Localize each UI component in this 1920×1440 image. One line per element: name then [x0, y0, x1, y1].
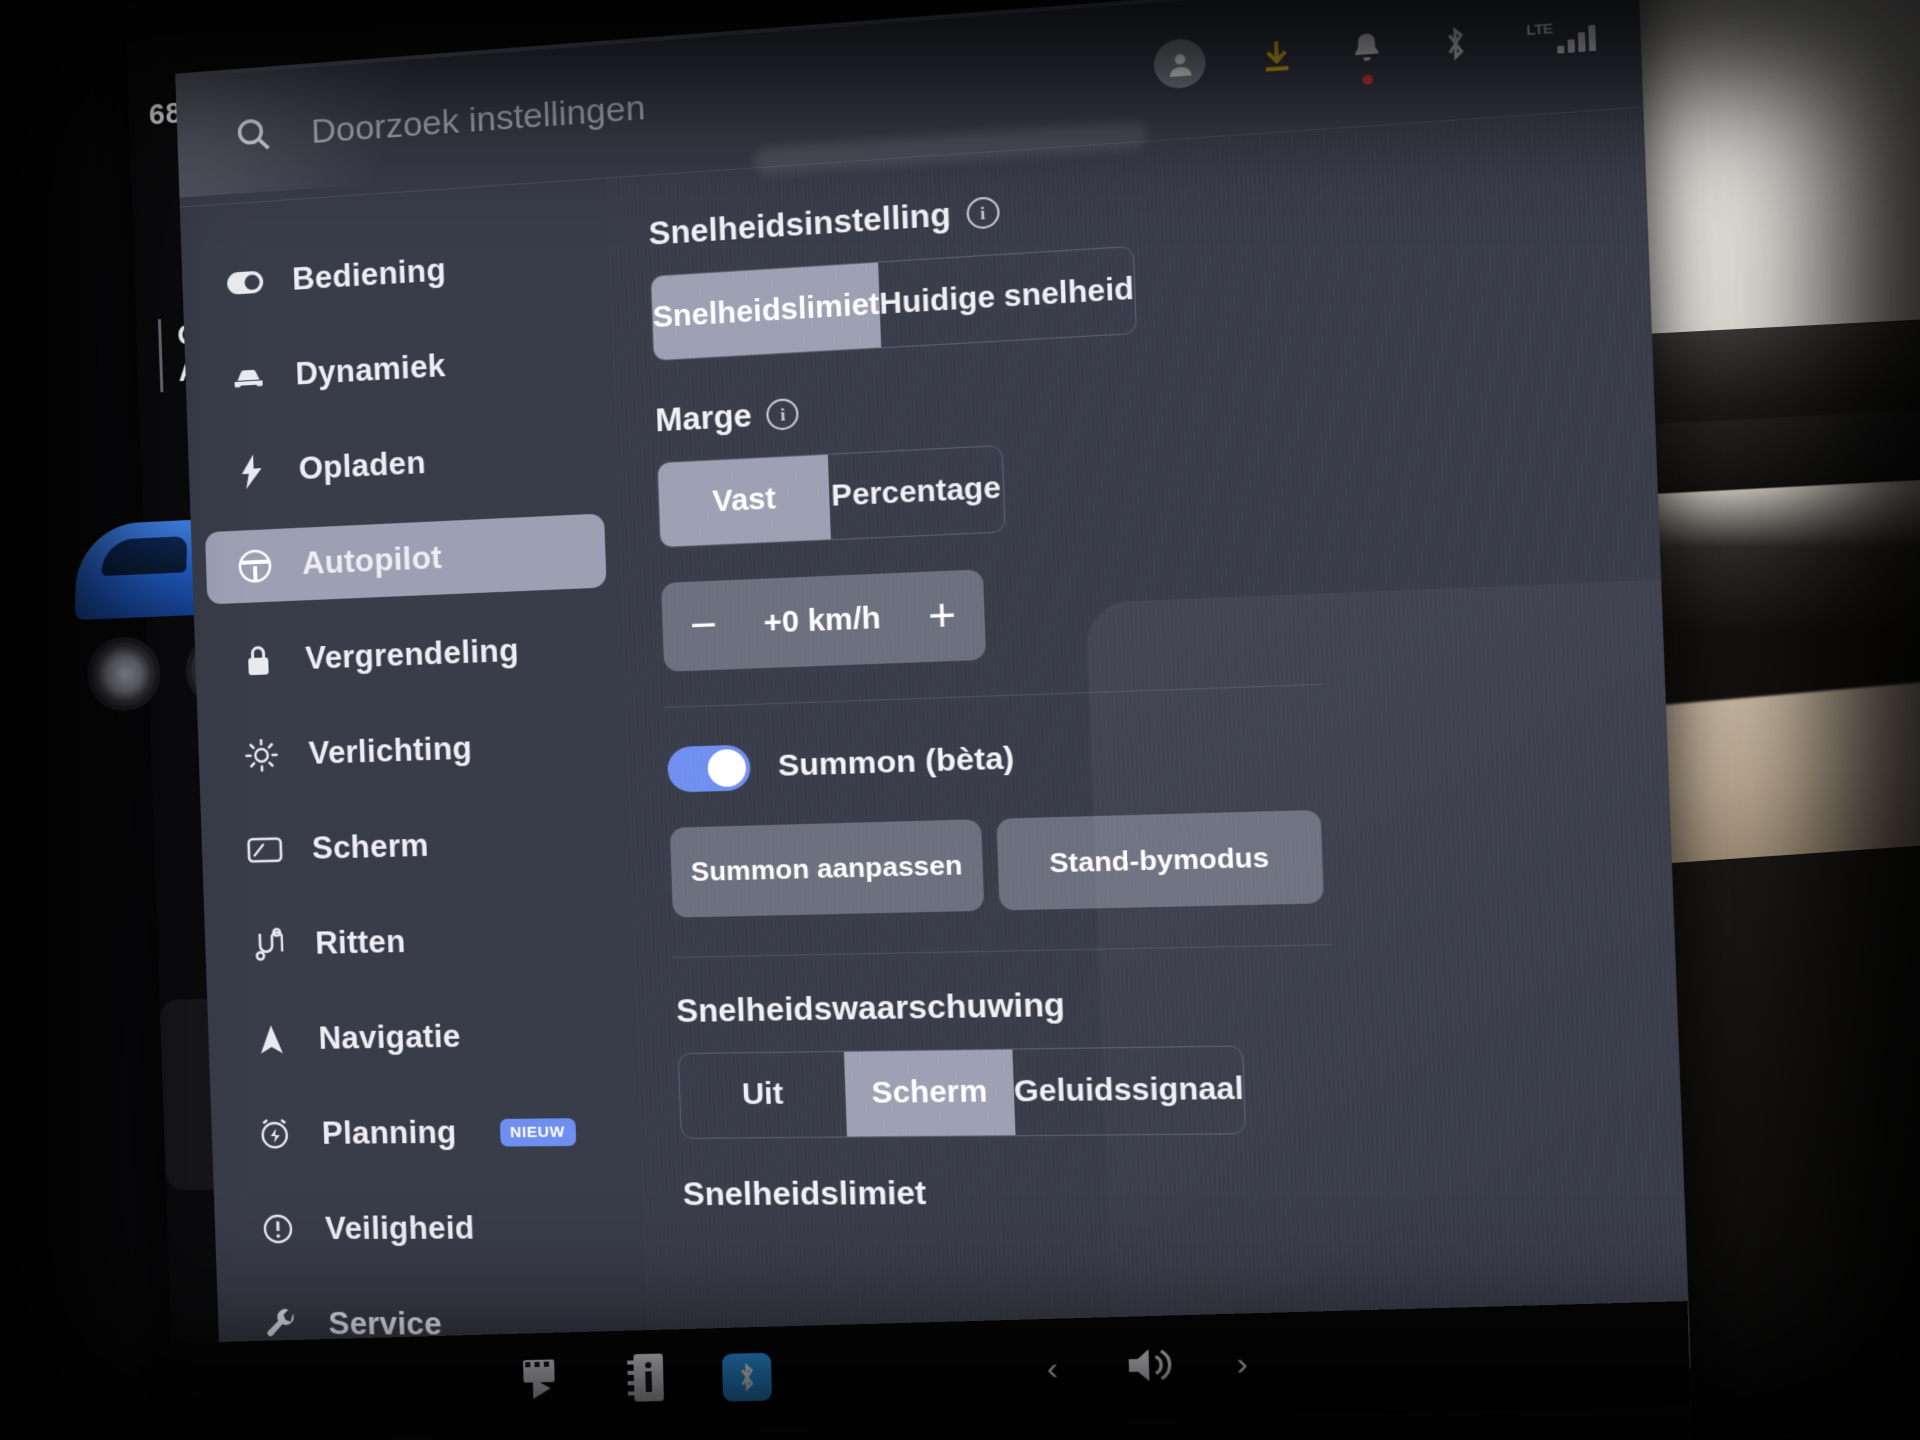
search-input[interactable]: Doorzoek instellingen: [311, 88, 646, 152]
sidebar-item-veiligheid[interactable]: Veiligheid: [228, 1191, 631, 1265]
stepper-increment-button[interactable]: +: [927, 589, 957, 642]
sidebar-item-label: Vergrendeling: [304, 632, 520, 677]
bolt-icon: [232, 454, 271, 490]
sidebar-item-bediening[interactable]: Bediening: [195, 224, 596, 322]
speed-warning-title: Snelheidswaarschuwing: [675, 986, 1066, 1030]
sidebar-item-label: Autopilot: [301, 539, 443, 582]
settings-icon-tray: LTE: [1153, 8, 1597, 90]
autopilot-settings-panel: Snelheidsinstelling i Snelheidslimiet Hu…: [606, 108, 1692, 1370]
sidebar-item-label: Veiligheid: [324, 1210, 476, 1247]
speed-setting-option-limit[interactable]: Snelheidslimiet: [651, 262, 881, 361]
info-icon[interactable]: i: [766, 397, 800, 431]
margin-title-row: Marge i: [655, 349, 1654, 440]
sidebar-item-dynamiek[interactable]: Dynamiek: [198, 320, 599, 416]
speed-warning-option-screen[interactable]: Scherm: [843, 1049, 1016, 1137]
volume-icon[interactable]: [1124, 1342, 1186, 1391]
lte-label: LTE: [1526, 19, 1554, 38]
bluetooth-icon[interactable]: [721, 1352, 773, 1402]
lte-signal-icon: LTE: [1526, 16, 1597, 55]
sidebar-item-navigatie[interactable]: Navigatie: [221, 997, 624, 1076]
alarm-clock-icon: [255, 1117, 294, 1152]
screenshot-scene: 68 % Open Achterbak ⚡: [0, 0, 1920, 1440]
lock-icon: [239, 643, 278, 679]
margin-segmented-control[interactable]: Vast Percentage: [656, 444, 1006, 548]
wrench-icon: [262, 1307, 301, 1341]
notification-dot: [1362, 73, 1374, 85]
sidebar-item-label: Verlichting: [308, 730, 473, 771]
speed-warning-title-row: Snelheidswaarschuwing: [676, 976, 1678, 1030]
search-icon: [232, 113, 274, 161]
summon-standby-button[interactable]: Stand-bymodus: [996, 809, 1324, 911]
profile-icon[interactable]: [1153, 37, 1207, 90]
summon-toggle[interactable]: [666, 744, 752, 793]
summon-customize-button[interactable]: Summon aanpassen: [669, 819, 985, 918]
sidebar-item-label: Ritten: [314, 923, 407, 961]
touchscreen-bezel: 68 % Open Achterbak ⚡: [74, 0, 1696, 1440]
speed-setting-title-row: Snelheidsinstelling i: [648, 150, 1646, 253]
media-icon[interactable]: [523, 1356, 572, 1407]
sidebar-item-label: Navigatie: [317, 1018, 462, 1056]
sidebar-item-planning[interactable]: Planning NIEUW: [225, 1094, 628, 1171]
car-front-icon: [229, 363, 268, 391]
screen-glare: [1085, 567, 1692, 1350]
download-arrow-icon[interactable]: [1257, 35, 1297, 78]
divider: [665, 683, 1323, 708]
display-icon: [245, 835, 284, 864]
navigation-arrow-icon: [252, 1023, 291, 1056]
exclamation-circle-icon: [258, 1212, 297, 1246]
sidebar-badge-new: NIEUW: [499, 1117, 576, 1147]
sidebar-item-verlichting[interactable]: Verlichting: [211, 707, 613, 793]
sidebar-item-ritten[interactable]: Ritten: [218, 900, 620, 982]
speed-limit-title: Snelheidslimiet: [682, 1174, 927, 1213]
toggle-switch-icon: [226, 270, 265, 295]
steering-wheel-icon: [235, 547, 274, 585]
settings-sidebar: Bediening Dynamiek Opladen Autopilot Ver…: [180, 180, 649, 1364]
margin-stepper[interactable]: − +0 km/h +: [661, 569, 987, 672]
sidebar-item-opladen[interactable]: Opladen: [202, 417, 604, 510]
speed-setting-title: Snelheidsinstelling: [648, 196, 952, 253]
summon-label: Summon (bèta): [777, 741, 1015, 784]
next-button[interactable]: ›: [1236, 1347, 1248, 1384]
speed-warning-option-off[interactable]: Uit: [679, 1052, 847, 1138]
sidebar-item-label: Bediening: [291, 251, 447, 297]
notifications-button[interactable]: [1348, 28, 1386, 85]
margin-option-percentage[interactable]: Percentage: [828, 446, 1005, 539]
summon-buttons-row: Summon aanpassen Stand-bymodus: [669, 800, 1673, 918]
info-icon[interactable]: i: [965, 196, 1000, 230]
route-icon: [249, 927, 288, 962]
summon-toggle-row[interactable]: Summon (bèta): [666, 715, 1668, 793]
sidebar-item-label: Opladen: [298, 444, 427, 487]
sidebar-item-label: Planning: [321, 1114, 458, 1151]
info-card-icon[interactable]: [627, 1351, 670, 1409]
speed-setting-option-current[interactable]: Huidige snelheid: [878, 247, 1136, 347]
sidebar-item-scherm[interactable]: Scherm: [215, 804, 617, 888]
bell-icon: [1354, 32, 1379, 61]
margin-option-fixed[interactable]: Vast: [657, 454, 831, 547]
speed-warning-segmented-control[interactable]: Uit Scherm Geluidssignaal: [677, 1045, 1247, 1139]
sun-icon: [242, 738, 281, 773]
divider: [674, 944, 1333, 958]
bluetooth-icon[interactable]: [1438, 23, 1474, 64]
stepper-value: +0 km/h: [763, 601, 882, 640]
sidebar-item-vergrendeling[interactable]: Vergrendeling: [208, 610, 610, 699]
stepper-decrement-button[interactable]: −: [689, 599, 718, 651]
prev-button[interactable]: ‹: [1046, 1352, 1058, 1388]
sidebar-item-label: Dynamiek: [294, 347, 447, 392]
speed-warning-option-chime[interactable]: Geluidssignaal: [1012, 1047, 1245, 1136]
sidebar-item-label: Scherm: [311, 827, 430, 866]
sidebar-item-autopilot[interactable]: Autopilot: [204, 513, 607, 605]
settings-sheet: Doorzoek instellingen LTE Bediening Dyna…: [175, 0, 1692, 1370]
margin-title: Marge: [654, 397, 753, 439]
speed-setting-segmented-control[interactable]: Snelheidslimiet Huidige snelheid: [650, 245, 1137, 362]
speed-limit-title-row: Snelheidslimiet: [682, 1170, 1685, 1213]
